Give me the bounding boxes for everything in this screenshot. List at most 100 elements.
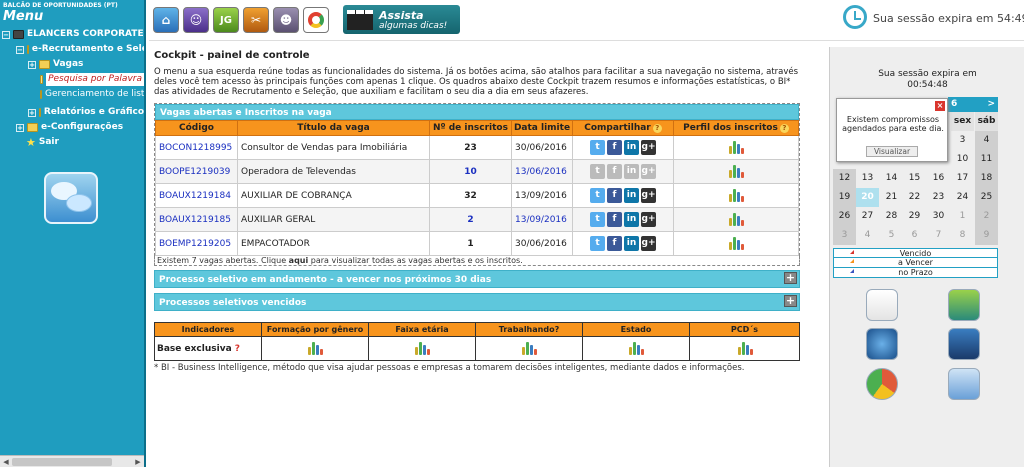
calendar-day[interactable]: 10 — [951, 150, 974, 169]
linkedin-icon[interactable]: in — [624, 236, 639, 251]
tree-item-list-manager[interactable]: Gerenciamento de list — [40, 88, 144, 101]
job-code-link[interactable]: BOCON1218995 — [155, 135, 238, 160]
calendar-day[interactable]: 19 — [833, 188, 856, 207]
googleplus-icon[interactable]: g+ — [641, 236, 656, 251]
calendar-day[interactable]: 21 — [880, 188, 903, 207]
browser-icon[interactable] — [303, 7, 329, 33]
calendar-day[interactable]: 26 — [833, 207, 856, 226]
linkedin-icon[interactable]: in — [624, 212, 639, 227]
job-code-link[interactable]: BOAUX1219185 — [155, 207, 238, 232]
process-due-header[interactable]: Processo seletivo em andamento - a vence… — [154, 270, 800, 288]
expand-icon[interactable]: + — [784, 295, 797, 307]
scroll-left-icon[interactable]: ◀ — [1, 457, 11, 467]
scroll-right-icon[interactable]: ▶ — [133, 457, 143, 467]
user-profile-icon[interactable]: ☺ — [183, 7, 209, 33]
dumbbell-icon[interactable] — [948, 328, 980, 360]
calendar-day[interactable]: 27 — [856, 207, 879, 226]
users-group-icon[interactable]: ☻ — [273, 7, 299, 33]
calendar-day[interactable]: 14 — [880, 169, 903, 188]
tree-item-search[interactable]: Pesquisa por Palavra — [40, 73, 144, 86]
calendar-day[interactable]: 30 — [927, 207, 950, 226]
horizontal-scrollbar[interactable]: ◀ ▶ — [0, 455, 144, 467]
tree-item-vagas[interactable]: + Vagas — [28, 58, 83, 71]
calendar-day[interactable]: 9 — [975, 226, 998, 245]
help-icon[interactable]: ? — [779, 124, 789, 133]
gauge-icon[interactable] — [866, 328, 898, 360]
tree-item-reports[interactable]: + Relatórios e Gráfico — [28, 106, 144, 119]
calendar-day[interactable]: 4 — [856, 226, 879, 245]
facebook-icon[interactable]: f — [607, 188, 622, 203]
pie-chart-icon[interactable] — [866, 368, 898, 400]
tools-icon[interactable]: ✂ — [243, 7, 269, 33]
twitter-icon[interactable]: t — [590, 188, 605, 203]
calendar-day[interactable]: 24 — [951, 188, 974, 207]
job-code-link[interactable]: BOOPE1219039 — [155, 159, 238, 184]
tree-item-recruitment[interactable]: − e-Recrutamento e Sele — [16, 43, 144, 56]
calendar-day-today[interactable]: 20 — [856, 188, 879, 207]
calendar-day[interactable]: 17 — [951, 169, 974, 188]
collapse-icon[interactable]: − — [2, 30, 10, 39]
bar-chart-icon[interactable] — [728, 234, 744, 250]
linkedin-icon[interactable]: in — [624, 140, 639, 155]
close-icon[interactable]: × — [935, 101, 945, 111]
calendar-day[interactable]: 3 — [951, 131, 974, 150]
googleplus-icon[interactable]: g+ — [641, 188, 656, 203]
job-count[interactable]: 10 — [429, 159, 512, 184]
calendar-day[interactable]: 22 — [903, 188, 926, 207]
job-count[interactable]: 2 — [429, 207, 512, 232]
bar-chart-icon[interactable] — [521, 339, 537, 355]
twitter-icon[interactable]: t — [590, 140, 605, 155]
database-icon[interactable] — [948, 289, 980, 321]
calendar-day[interactable]: 23 — [927, 188, 950, 207]
home-icon[interactable]: ⌂ — [153, 7, 179, 33]
bar-chart-icon[interactable] — [414, 339, 430, 355]
linkedin-icon[interactable]: in — [624, 188, 639, 203]
calendar-day[interactable]: 11 — [975, 150, 998, 169]
expand-icon[interactable]: + — [28, 60, 36, 69]
help-icon[interactable]: ? — [235, 344, 240, 354]
scrollbar-thumb[interactable] — [12, 458, 112, 466]
bar-chart-icon[interactable] — [728, 210, 744, 226]
calendar-day[interactable]: 8 — [951, 226, 974, 245]
expand-icon[interactable]: + — [28, 108, 36, 117]
calendar-day[interactable]: 6 — [903, 226, 926, 245]
tree-root[interactable]: − ELANCERS CORPORATE — [2, 28, 144, 41]
expand-icon[interactable]: + — [16, 123, 24, 132]
chat-icon[interactable] — [44, 172, 98, 224]
googleplus-icon[interactable]: g+ — [641, 140, 656, 155]
calendar-day[interactable]: 29 — [903, 207, 926, 226]
next-month-icon[interactable]: > — [987, 97, 995, 112]
calendar-day[interactable]: 7 — [927, 226, 950, 245]
tree-item-config[interactable]: + e-Configurações — [16, 121, 123, 134]
help-icon[interactable]: ? — [652, 124, 662, 133]
job-code-link[interactable]: BOEMP1219205 — [155, 231, 238, 256]
bar-chart-icon[interactable] — [628, 339, 644, 355]
bar-chart-icon[interactable] — [728, 186, 744, 202]
googleplus-icon[interactable]: g+ — [641, 212, 656, 227]
jg-logo-icon[interactable]: JG — [213, 7, 239, 33]
calendar-day[interactable]: 5 — [880, 226, 903, 245]
candidate-profile-icon[interactable] — [866, 289, 898, 321]
facebook-icon[interactable]: f — [607, 212, 622, 227]
job-code-link[interactable]: BOAUX1219184 — [155, 183, 238, 208]
bar-chart-icon[interactable] — [728, 138, 744, 154]
calendar-day[interactable]: 16 — [927, 169, 950, 188]
collapse-icon[interactable]: − — [16, 45, 24, 54]
calendar-day[interactable]: 15 — [903, 169, 926, 188]
calendar-day[interactable]: 1 — [951, 207, 974, 226]
calendar-day[interactable]: 13 — [856, 169, 879, 188]
tree-item-exit[interactable]: ★ Sair — [26, 136, 59, 149]
calendar-day[interactable]: 18 — [975, 169, 998, 188]
expand-icon[interactable]: + — [784, 272, 797, 284]
watch-tips-button[interactable]: Assista algumas dicas! — [343, 5, 460, 34]
filter-funnel-icon[interactable] — [948, 368, 980, 400]
facebook-icon[interactable]: f — [607, 140, 622, 155]
calendar-day[interactable]: 4 — [975, 131, 998, 150]
twitter-icon[interactable]: t — [590, 212, 605, 227]
bar-chart-icon[interactable] — [737, 339, 753, 355]
process-expired-header[interactable]: Processos seletivos vencidos + — [154, 293, 800, 311]
calendar-day[interactable]: 12 — [833, 169, 856, 188]
calendar-day[interactable]: 3 — [833, 226, 856, 245]
view-appointments-button[interactable]: Visualizar — [866, 146, 918, 157]
calendar-day[interactable]: 28 — [880, 207, 903, 226]
